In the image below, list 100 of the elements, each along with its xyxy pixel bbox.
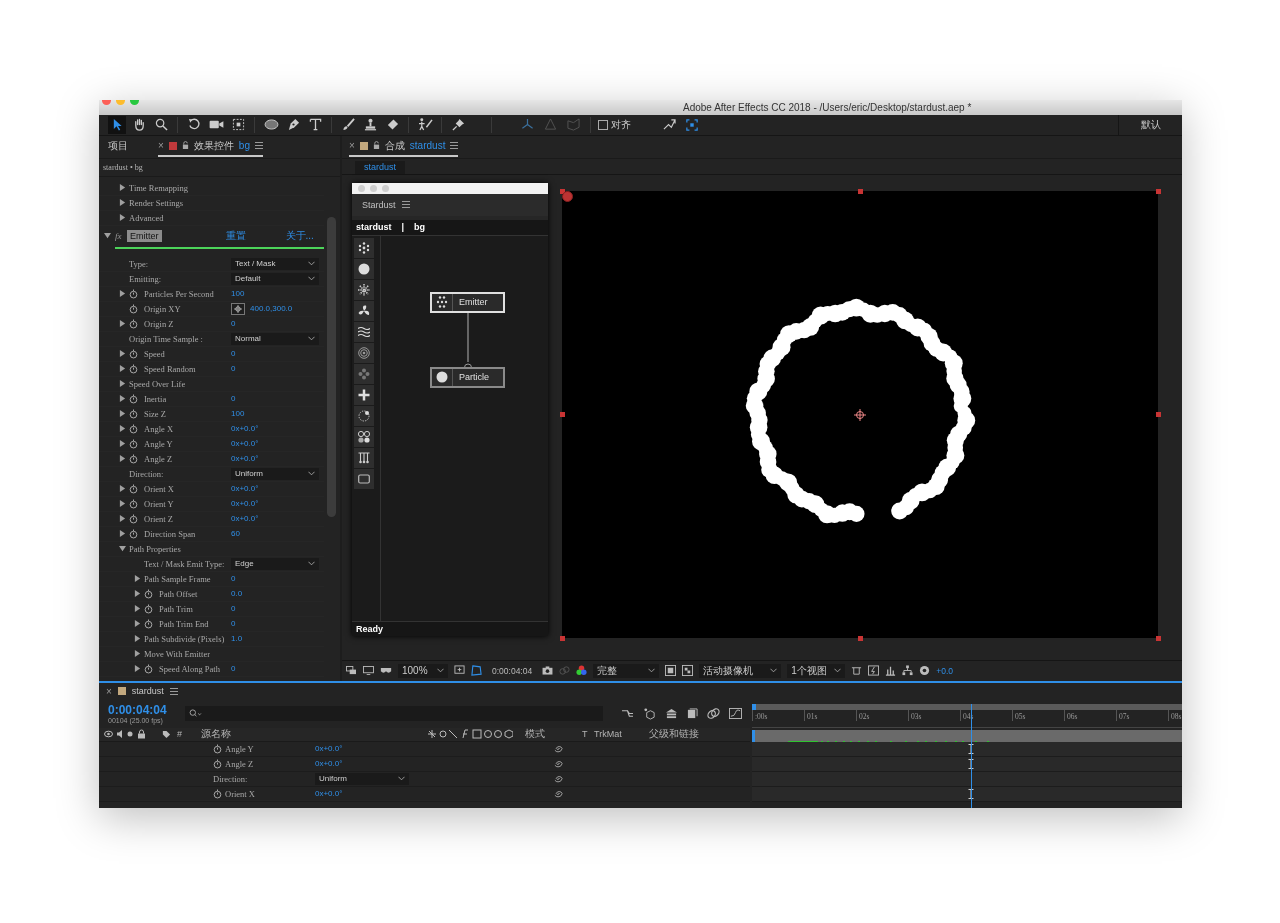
film-frames-icon[interactable] [687, 708, 698, 720]
breadcrumb-item[interactable]: bg [414, 222, 426, 233]
tool-button[interactable] [354, 384, 374, 405]
tool-button[interactable] [354, 468, 374, 489]
view-icon[interactable] [851, 665, 863, 677]
monitor-icon[interactable] [363, 666, 374, 676]
resize-handle[interactable] [858, 635, 863, 641]
property-value[interactable]: 0 [231, 319, 236, 329]
exposure-value[interactable]: +0.0 [936, 665, 953, 676]
graph-editor-icon[interactable] [729, 708, 742, 720]
twirl-triangle-icon[interactable] [134, 575, 141, 583]
twirl-triangle-icon[interactable] [119, 440, 126, 448]
property-value[interactable]: 0x+0.0° [231, 454, 259, 464]
property-value[interactable]: 100 [231, 289, 245, 299]
stopwatch-icon[interactable] [213, 758, 222, 769]
menu-icon[interactable] [254, 142, 263, 150]
panel-tab[interactable]: 项目 [108, 136, 128, 157]
property-value[interactable]: 0x+0.0° [231, 424, 259, 434]
flowchart-icon[interactable] [902, 665, 914, 677]
property-value[interactable]: 0 [231, 364, 236, 374]
twirl-triangle-icon[interactable] [119, 320, 126, 328]
twirl-triangle-icon[interactable] [119, 184, 126, 192]
dropdown[interactable]: Uniform [315, 772, 409, 785]
snap-checkbox[interactable]: 对齐 [598, 117, 631, 132]
mask-icon[interactable] [380, 666, 392, 676]
tool-button[interactable] [354, 321, 374, 342]
resize-handle[interactable] [560, 635, 565, 641]
property-value[interactable]: 1.0 [231, 634, 243, 644]
property-value[interactable]: 0x+0.0° [231, 484, 259, 494]
resize-handle[interactable] [1156, 412, 1161, 418]
twirl-triangle-icon[interactable] [134, 620, 141, 628]
work-area-bar[interactable] [752, 729, 1182, 742]
dropdown[interactable]: Edge [231, 557, 319, 570]
color-channels-icon[interactable] [576, 665, 588, 677]
property-value[interactable]: 0x+0.0° [231, 439, 259, 449]
twirl-triangle-icon[interactable] [134, 665, 141, 673]
tag-icon[interactable] [162, 729, 171, 739]
crosshair-icon[interactable] [231, 302, 245, 315]
camera-icon[interactable] [542, 666, 554, 676]
resize-handle[interactable] [1156, 188, 1161, 194]
twirl-triangle-icon[interactable] [119, 350, 126, 358]
current-time[interactable]: 0:00:04:04 [108, 703, 185, 718]
about-link[interactable]: 关于... [285, 228, 314, 243]
reset-link[interactable]: 重置 [225, 228, 246, 243]
resize-handle[interactable] [560, 188, 565, 194]
camera-dropdown[interactable]: 活动摄像机 [699, 663, 782, 678]
twirl-triangle-icon[interactable] [119, 395, 126, 403]
menu-icon[interactable] [450, 142, 459, 150]
twirl-triangle-icon[interactable] [134, 650, 141, 658]
exposure-icon[interactable] [919, 665, 931, 677]
property-value[interactable]: 0 [231, 619, 236, 629]
property-value[interactable]: 0 [231, 604, 236, 614]
dropdown[interactable]: Normal [231, 332, 319, 345]
twirl-triangle-icon[interactable] [119, 290, 126, 298]
scrollbar-thumb[interactable] [327, 216, 336, 517]
tool-button[interactable] [354, 279, 374, 300]
dropdown[interactable]: Text / Mask [231, 257, 319, 270]
stacked-frames-icon[interactable] [346, 666, 357, 676]
twirl-triangle-icon[interactable] [119, 485, 126, 493]
zoom-dropdown[interactable]: 100% [398, 663, 448, 678]
menu-icon[interactable] [169, 687, 178, 695]
workspace-label[interactable]: 默认 [1118, 114, 1182, 135]
tool-button[interactable] [354, 258, 374, 279]
property-value[interactable]: 0 [231, 664, 236, 674]
dropdown[interactable]: Uniform [231, 467, 319, 480]
panel-tab[interactable]: × 效果控件 bg [158, 136, 263, 157]
twirl-triangle-icon[interactable] [119, 380, 126, 388]
resolution-dropdown[interactable]: 完整 [593, 663, 660, 678]
layer-handle-icon[interactable] [562, 190, 573, 202]
property-value[interactable]: 0x+0.0° [315, 789, 343, 799]
property-value[interactable]: 0x+0.0° [315, 759, 343, 769]
column-header[interactable]: 源名称 [201, 727, 427, 742]
breadcrumb-item[interactable]: stardust [356, 222, 392, 233]
menu-icon[interactable] [401, 201, 410, 209]
property-value[interactable]: 0.0 [231, 589, 243, 599]
close-icon[interactable]: × [106, 685, 112, 697]
timeline-icon[interactable] [885, 665, 897, 677]
fast-preview-icon[interactable] [868, 665, 880, 677]
lock-icon[interactable] [372, 141, 380, 151]
property-value[interactable]: 60 [231, 529, 240, 539]
property-value[interactable]: 0 [231, 574, 236, 584]
stack-icon[interactable] [665, 708, 678, 720]
dropdown[interactable]: Default [231, 272, 319, 285]
timeline-tab[interactable]: stardust [131, 686, 164, 697]
composition-tab[interactable]: stardust [355, 160, 405, 174]
resize-handle[interactable] [560, 412, 565, 418]
column-header[interactable]: # [177, 729, 201, 740]
property-value[interactable]: 0x+0.0° [315, 744, 343, 754]
twirl-triangle-icon[interactable] [134, 635, 141, 643]
twirl-triangle-icon[interactable] [119, 515, 126, 523]
graph-node[interactable]: Particle [430, 366, 505, 388]
property-value[interactable]: 0 [231, 349, 236, 359]
diagonal-arrows-icon[interactable] [663, 118, 676, 132]
current-time[interactable]: 0:00:04:04 [492, 665, 533, 676]
tool-button[interactable] [354, 237, 374, 258]
tool-button[interactable] [354, 426, 374, 447]
column-header[interactable]: 模式 [525, 727, 582, 742]
twirl-triangle-icon[interactable] [119, 545, 126, 553]
twirl-triangle-icon[interactable] [119, 500, 126, 508]
keyframe-marker-icon[interactable] [968, 743, 975, 754]
